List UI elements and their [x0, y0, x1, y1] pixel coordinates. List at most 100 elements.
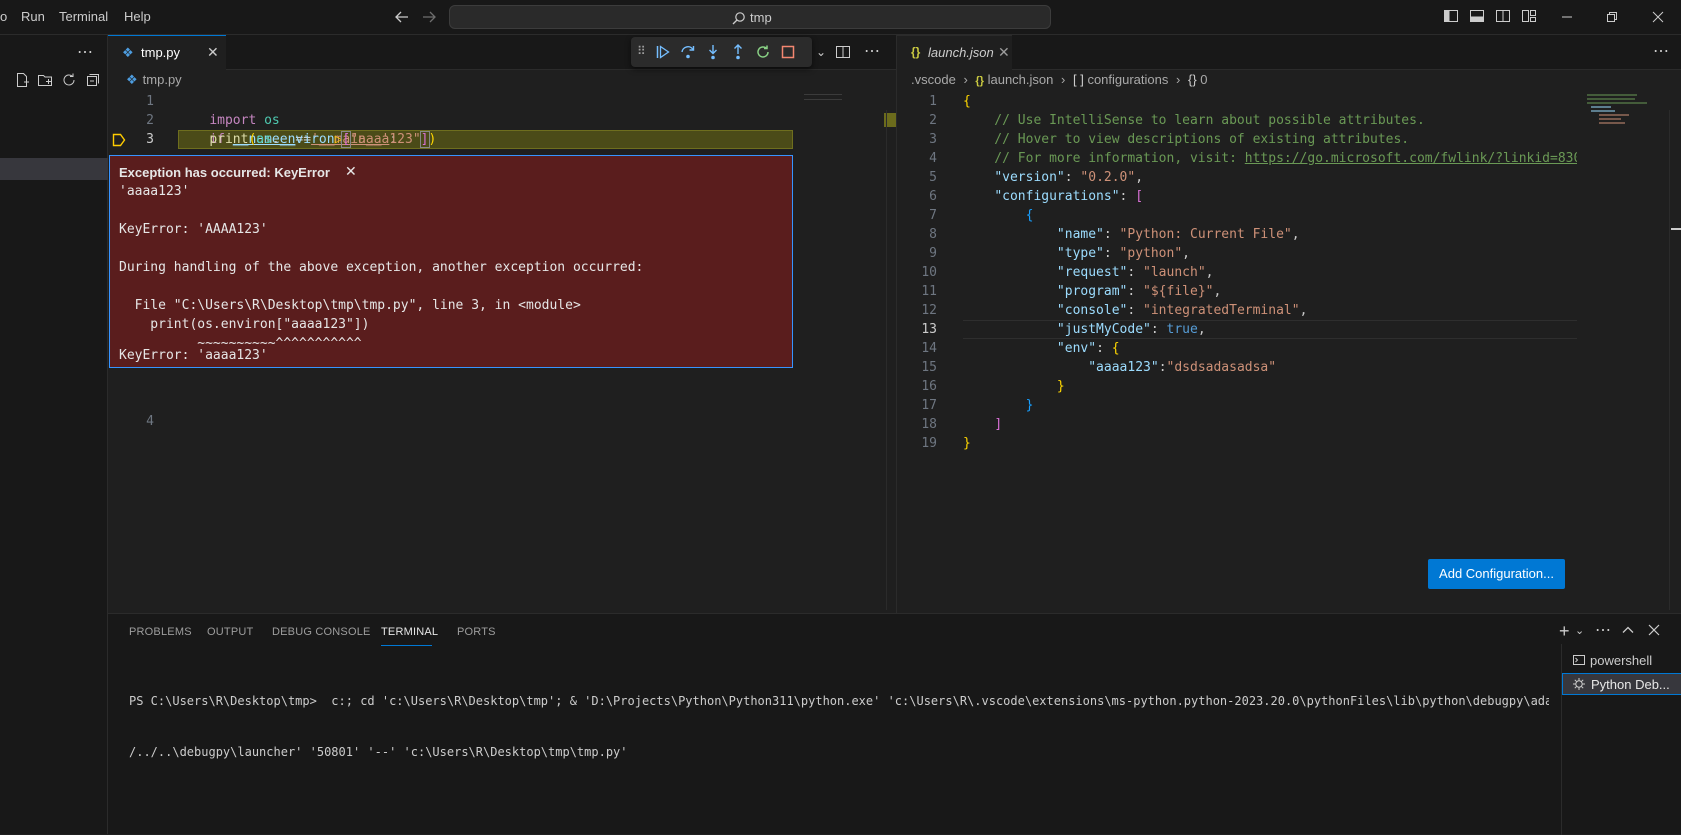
- exception-line: 'aaaa123': [119, 184, 190, 199]
- breadcrumb-file[interactable]: tmp.py: [143, 72, 182, 87]
- close-window-icon[interactable]: [1649, 8, 1667, 26]
- tab-problems[interactable]: PROBLEMS: [129, 626, 192, 638]
- terminal-line: PS C:\Users\R\Desktop\tmp> c:; cd 'c:\Us…: [129, 694, 1549, 708]
- menu-run[interactable]: Run: [21, 9, 45, 24]
- vertical-scrollbar[interactable]: [1669, 110, 1681, 610]
- tab-launch-json[interactable]: {} launch.json ✕: [897, 35, 1012, 70]
- code-line-4: // For more information, visit: https://…: [963, 151, 1577, 166]
- menu-terminal[interactable]: Terminal: [59, 9, 108, 24]
- menu-help[interactable]: Help: [124, 9, 151, 24]
- json-file-icon: {}: [975, 75, 984, 87]
- tab-ports[interactable]: PORTS: [457, 626, 496, 638]
- right-tab-bar: [897, 35, 1681, 70]
- restart-icon[interactable]: [755, 44, 771, 60]
- code-line-18: ]: [994, 417, 1003, 432]
- current-statement-arrow-icon: [112, 133, 126, 147]
- tab-debug-console[interactable]: DEBUG CONSOLE: [272, 626, 371, 638]
- continue-icon[interactable]: [655, 44, 671, 60]
- exception-line: KeyError: 'aaaa123': [119, 348, 268, 363]
- toggle-primary-sidebar-icon[interactable]: [1443, 8, 1461, 26]
- right-editor-group: {} launch.json ✕ ⋯ .vscode › {} launch.j…: [896, 35, 1681, 613]
- stop-icon[interactable]: [780, 44, 796, 60]
- debug-toolbar: ⠿: [631, 37, 812, 67]
- terminal-output[interactable]: PS C:\Users\R\Desktop\tmp> c:; cd 'c:\Us…: [129, 659, 1549, 795]
- line-number: 17: [921, 398, 937, 413]
- close-exception-icon[interactable]: ✕: [345, 163, 357, 180]
- line-number: 9: [929, 246, 937, 261]
- code-line-14: "env": {: [1056, 341, 1120, 356]
- command-center-search[interactable]: tmp: [449, 5, 1051, 29]
- add-configuration-button[interactable]: Add Configuration...: [1428, 559, 1565, 589]
- menu-go[interactable]: o: [0, 9, 7, 24]
- tab-output[interactable]: OUTPUT: [207, 626, 253, 638]
- minimap[interactable]: [804, 94, 842, 100]
- breadcrumb-object[interactable]: 0: [1200, 72, 1207, 87]
- back-arrow-icon[interactable]: [393, 8, 411, 26]
- code-line-12: "console": "integratedTerminal",: [1056, 303, 1308, 318]
- tab-tmp-py[interactable]: ❖ tmp.py ✕: [108, 35, 226, 70]
- active-tab-indicator: [381, 645, 432, 646]
- terminal-item-powershell[interactable]: powershell: [1570, 651, 1681, 671]
- collapse-all-icon[interactable]: [85, 72, 101, 88]
- breadcrumb-folder[interactable]: .vscode: [911, 72, 956, 87]
- line-number: 13: [921, 322, 937, 337]
- new-file-icon[interactable]: [14, 72, 30, 88]
- run-dropdown-chevron-icon[interactable]: ⌄: [816, 45, 826, 59]
- exception-line: During handling of the above exception, …: [119, 260, 644, 275]
- toggle-secondary-sidebar-icon[interactable]: [1495, 8, 1513, 26]
- tab-label: tmp.py: [141, 45, 181, 60]
- drag-handle-icon[interactable]: ⠿: [637, 44, 646, 58]
- code-line-13: "justMyCode": true,: [1056, 322, 1206, 337]
- selected-explorer-row[interactable]: [0, 158, 108, 180]
- refresh-icon[interactable]: [61, 72, 77, 88]
- new-folder-icon[interactable]: [37, 72, 53, 88]
- step-into-icon[interactable]: [705, 44, 721, 60]
- minimap[interactable]: [1587, 92, 1657, 162]
- breadcrumb-file[interactable]: launch.json: [988, 72, 1054, 87]
- more-actions-icon[interactable]: ⋯: [77, 42, 93, 62]
- maximize-panel-icon[interactable]: [1621, 623, 1635, 637]
- tab-terminal[interactable]: TERMINAL: [381, 626, 438, 638]
- restore-icon[interactable]: [1603, 8, 1621, 26]
- terminal-line: /../..\debugpy\launcher' '50801' '--' 'c…: [129, 745, 628, 759]
- debug-gear-icon: [1572, 677, 1586, 691]
- terminal-name: Python Deb...: [1591, 677, 1670, 692]
- line-number: 15: [921, 360, 937, 375]
- step-out-icon[interactable]: [730, 44, 746, 60]
- line-number: 6: [929, 189, 937, 204]
- breadcrumb: .vscode › {} launch.json › [ ] configura…: [911, 72, 1208, 87]
- code-line-6: "configurations": [: [994, 189, 1144, 204]
- line-number: 16: [921, 379, 937, 394]
- forward-arrow-icon[interactable]: [420, 8, 438, 26]
- split-editor-icon[interactable]: [835, 44, 851, 60]
- more-actions-icon[interactable]: ⋯: [1595, 620, 1611, 640]
- more-actions-icon[interactable]: ⋯: [864, 41, 880, 61]
- bottom-panel: PROBLEMS OUTPUT DEBUG CONSOLE TERMINAL P…: [108, 613, 1681, 835]
- customize-layout-icon[interactable]: [1521, 8, 1539, 26]
- more-actions-icon[interactable]: ⋯: [1653, 41, 1669, 61]
- chevron-down-icon[interactable]: ⌄: [1575, 624, 1584, 637]
- code-line-17: }: [1025, 398, 1034, 413]
- toggle-panel-icon[interactable]: [1469, 8, 1487, 26]
- line-number: 2: [929, 113, 937, 128]
- terminal-item-python-debug[interactable]: Python Deb...: [1562, 673, 1681, 695]
- close-tab-icon[interactable]: ✕: [207, 44, 219, 61]
- code-line-7: {: [1025, 208, 1034, 223]
- search-icon: [732, 11, 746, 25]
- code-line-19: }: [963, 436, 971, 451]
- breadcrumb-array[interactable]: configurations: [1087, 72, 1168, 87]
- new-terminal-icon[interactable]: +: [1559, 621, 1570, 642]
- close-panel-icon[interactable]: [1647, 623, 1661, 637]
- minimize-icon[interactable]: [1558, 8, 1576, 26]
- vertical-scrollbar[interactable]: [886, 110, 896, 610]
- python-file-icon: ❖: [122, 45, 134, 60]
- code-line-10: "request": "launch",: [1056, 265, 1214, 280]
- terminal-list: powershell Python Deb...: [1561, 644, 1681, 835]
- line-number: 8: [929, 227, 937, 242]
- exception-file-link[interactable]: File "C:\Users\R\Desktop\tmp\tmp.py", li…: [119, 296, 581, 315]
- step-over-icon[interactable]: [680, 44, 696, 60]
- code-line-2: if __name__=='__main__':: [209, 132, 398, 147]
- code-line-11: "program": "${file}",: [1056, 284, 1222, 299]
- close-tab-icon[interactable]: ✕: [998, 44, 1010, 61]
- line-number: 4: [929, 151, 937, 166]
